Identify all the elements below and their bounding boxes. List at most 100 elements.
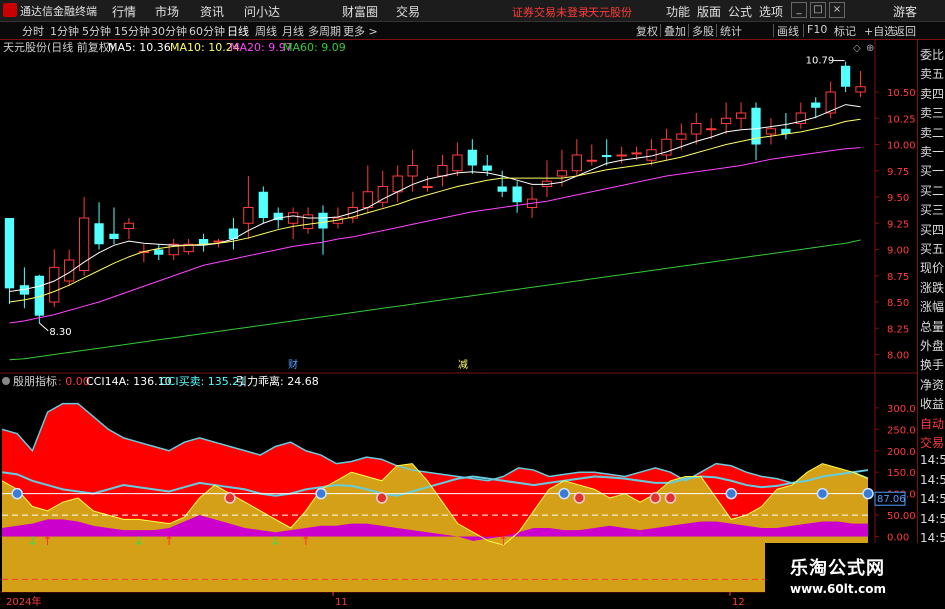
y-tick-label: 10.00 bbox=[887, 141, 916, 152]
side-panel-label: 卖五 bbox=[920, 67, 945, 82]
menu-quotes[interactable]: 行情 bbox=[112, 3, 136, 20]
menu-layout[interactable]: 版面 bbox=[697, 3, 721, 20]
login-notice[interactable]: 证券交易未登录 bbox=[512, 4, 589, 20]
side-panel-label: 收益 bbox=[920, 397, 945, 412]
tool-adjust[interactable]: 复权 bbox=[636, 23, 658, 39]
guest-label[interactable]: 游客 bbox=[893, 3, 917, 20]
candle-body bbox=[735, 112, 747, 119]
candle-body bbox=[243, 207, 254, 224]
signal-bubble-blue bbox=[725, 487, 738, 500]
candle-body bbox=[676, 133, 687, 140]
menu-ask[interactable]: 问小达 bbox=[244, 3, 280, 20]
y-tick-label: 9.50 bbox=[887, 193, 909, 204]
menu-trade[interactable]: 交易 bbox=[396, 3, 420, 20]
candle-body bbox=[602, 155, 612, 158]
period-more[interactable]: 更多 > bbox=[343, 23, 378, 39]
tool-f10[interactable]: F10 bbox=[807, 23, 827, 36]
annotation-low-arrow bbox=[38, 322, 49, 332]
y-tick-label: 9.25 bbox=[887, 219, 909, 230]
menu-bar: 通达信金融终端 行情 市场 资讯 问小达 财富圈 交易 证券交易未登录 天元股份… bbox=[0, 0, 945, 22]
candle-body bbox=[855, 86, 866, 93]
candle-body bbox=[123, 222, 135, 229]
side-panel-label: 换手 bbox=[920, 358, 945, 373]
side-panel-label: 14:56 bbox=[920, 453, 945, 468]
kline-chart[interactable]: 天元股份(日线 前复权)MA5: 10.36 MA10: 10.24MA20: 9… bbox=[0, 40, 917, 609]
side-panel-label: 14:56 bbox=[920, 511, 945, 526]
tool-overlay[interactable]: 叠加 bbox=[664, 23, 686, 39]
candle-body bbox=[840, 65, 851, 87]
chart-header-name: 天元股份(日线 前复权) bbox=[3, 40, 114, 54]
signal-bubble-blue bbox=[11, 487, 23, 500]
period-intraday[interactable]: 分时 bbox=[22, 23, 44, 39]
period-1min[interactable]: 1分钟 bbox=[50, 23, 79, 39]
ma60-line bbox=[9, 239, 861, 361]
minimize-button[interactable]: _ bbox=[791, 2, 807, 18]
side-panel-label: 卖三 bbox=[920, 106, 945, 121]
signal-bubble-red bbox=[649, 492, 662, 504]
candle-body bbox=[392, 175, 403, 193]
legend-ma5: MA5: 10.36 bbox=[108, 41, 171, 54]
tool-add-watchlist[interactable]: +自选 bbox=[864, 23, 895, 39]
menu-market[interactable]: 市场 bbox=[155, 3, 179, 20]
maximize-button[interactable]: □ bbox=[810, 2, 826, 18]
nav-plus-icon: ⊕ bbox=[866, 43, 874, 54]
period-60min[interactable]: 60分钟 bbox=[189, 23, 225, 39]
app-title: 通达信金融终端 bbox=[20, 5, 97, 18]
watermark-url: www.60lt.com bbox=[790, 582, 887, 596]
close-button[interactable]: × bbox=[829, 2, 845, 18]
candle-body bbox=[288, 212, 299, 224]
signal-bubble-blue bbox=[816, 487, 829, 500]
side-panel-label: 买一 bbox=[920, 164, 945, 179]
candle-body bbox=[318, 212, 328, 229]
signal-bubble-red bbox=[376, 492, 388, 504]
indicator-base-band bbox=[2, 536, 868, 592]
tool-draw-line[interactable]: 画线 bbox=[777, 23, 799, 39]
menu-function[interactable]: 功能 bbox=[666, 3, 690, 20]
side-panel-label: 交易 bbox=[920, 436, 945, 450]
side-panel-label: 总量 bbox=[920, 319, 945, 334]
y-tick-label: 8.75 bbox=[887, 272, 909, 283]
indicator-v0: : 0.00 bbox=[58, 375, 90, 388]
y-tick-label: 8.25 bbox=[887, 324, 909, 335]
period-monthly[interactable]: 月线 bbox=[282, 23, 304, 39]
tool-multi-stock[interactable]: 多股 bbox=[692, 23, 714, 39]
tool-stats[interactable]: 统计 bbox=[720, 23, 742, 39]
candle-body bbox=[109, 233, 119, 239]
period-multi[interactable]: 多周期 bbox=[308, 23, 341, 39]
period-daily[interactable]: 日线 bbox=[227, 23, 249, 39]
tool-mark[interactable]: 标记 bbox=[834, 23, 856, 39]
menu-wealth[interactable]: 财富圈 bbox=[342, 3, 378, 20]
side-panel-label: 买四 bbox=[920, 222, 945, 237]
candle-body bbox=[556, 170, 568, 177]
quote-side-panel: 委比 卖五 卖四 卖三 卖二 卖一 买一 买二 买三 买四 买五 现价 涨跌 涨幅 总量 外盘 换手 净资 收益 自动… bbox=[917, 40, 945, 609]
candle-body bbox=[616, 154, 627, 157]
y-tick-label: 10.25 bbox=[887, 114, 916, 125]
signal-up-arrow: ↑ bbox=[164, 534, 174, 548]
side-panel-label: 涨跌 bbox=[920, 280, 945, 295]
side-panel-label: 涨幅 bbox=[920, 300, 945, 315]
current-value-label: 87.06 bbox=[877, 494, 906, 505]
candle-body bbox=[258, 191, 268, 218]
period-weekly[interactable]: 周线 bbox=[255, 23, 277, 39]
menu-news[interactable]: 资讯 bbox=[200, 3, 224, 20]
side-panel-label: 现价 bbox=[920, 261, 945, 276]
menu-formula[interactable]: 公式 bbox=[728, 3, 752, 20]
signal-bubble-blue bbox=[558, 487, 570, 500]
period-30min[interactable]: 30分钟 bbox=[151, 23, 187, 39]
period-15min[interactable]: 15分钟 bbox=[114, 23, 150, 39]
signal-down-arrow: ↓ bbox=[134, 534, 144, 548]
side-panel-label: 卖四 bbox=[920, 86, 945, 101]
period-5min[interactable]: 5分钟 bbox=[82, 23, 111, 39]
tool-back[interactable]: 返回 bbox=[894, 23, 916, 39]
candle-body bbox=[94, 223, 104, 245]
ind-y-tick-label: 300.0 bbox=[887, 404, 916, 415]
candle-body bbox=[4, 218, 15, 289]
candle-body bbox=[571, 154, 582, 172]
candle-body bbox=[811, 102, 821, 108]
menu-options[interactable]: 选项 bbox=[759, 3, 783, 20]
indicator-menu-icon bbox=[2, 377, 10, 385]
candle-body bbox=[721, 117, 732, 124]
y-tick-label: 8.50 bbox=[887, 298, 909, 309]
signal-down-arrow: ↓ bbox=[27, 534, 37, 548]
side-panel-label: 自动 bbox=[920, 416, 945, 431]
